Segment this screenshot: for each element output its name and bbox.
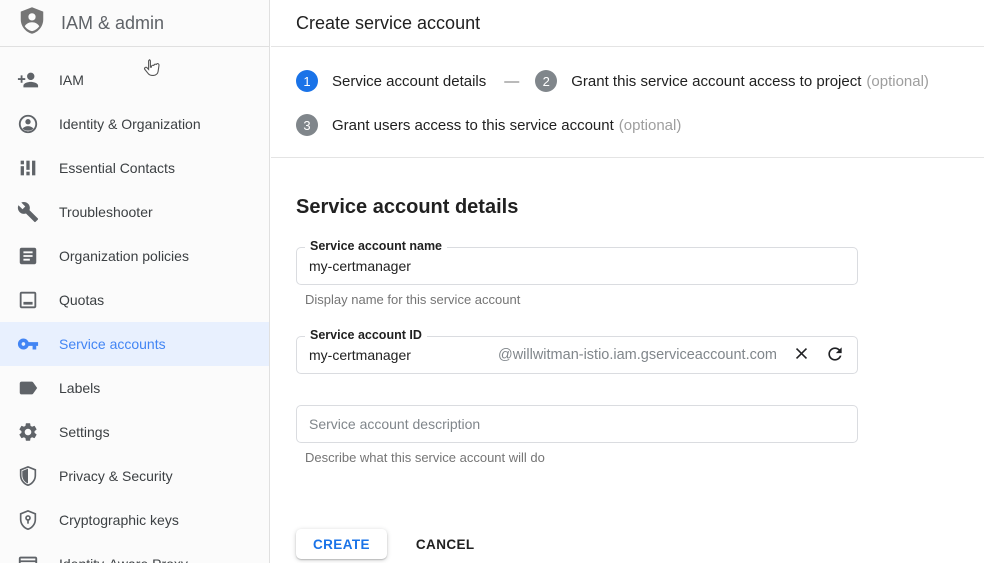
sidebar-item-label: Labels [59,380,100,396]
sidebar-item-organization-policies[interactable]: Organization policies [0,234,269,278]
sidebar-nav: IAM Identity & Organization [0,47,269,563]
sidebar-item-quotas[interactable]: Quotas [0,278,269,322]
step-connector: — [504,73,519,90]
service-account-form: Service account details Service account … [271,196,984,559]
section-title: Service account details [296,196,984,219]
sidebar-item-service-accounts[interactable]: Service accounts [0,322,269,366]
sidebar-item-label: Essential Contacts [59,160,175,176]
sidebar-item-identity-aware-proxy[interactable]: Identity-Aware Proxy [0,542,269,563]
sidebar-item-label: Identity & Organization [59,116,201,132]
policy-document-icon [17,245,39,267]
step-1-circle: 1 [296,70,318,92]
step-3-optional: (optional) [619,117,682,134]
label-tag-icon [17,377,39,399]
gear-icon [17,421,39,443]
sidebar-item-privacy-security[interactable]: Privacy & Security [0,454,269,498]
sidebar-item-label: Cryptographic keys [59,512,179,528]
iam-shield-person-icon [17,5,47,42]
service-account-id-label: Service account ID [305,328,427,342]
shield-half-icon [17,465,39,487]
sidebar-title: IAM & admin [61,13,164,34]
refresh-icon [825,344,845,367]
service-account-description-input[interactable] [309,416,845,432]
sidebar-item-identity-organization[interactable]: Identity & Organization [0,102,269,146]
main-content: Create service account 1 Service account… [271,0,984,563]
wrench-icon [17,201,39,223]
sidebar-item-cryptographic-keys[interactable]: Cryptographic keys [0,498,269,542]
service-account-name-input[interactable] [309,258,845,274]
sidebar-item-label: Privacy & Security [59,468,173,484]
step-2-circle: 2 [535,70,557,92]
sidebar-item-label: IAM [59,72,84,88]
step-1-label: Service account details [332,73,486,90]
stepper-row-2: 3 Grant users access to this service acc… [296,103,984,147]
person-add-icon [17,69,39,91]
identity-person-icon [17,113,39,135]
service-account-name-label: Service account name [305,239,447,253]
quotas-frame-icon [17,289,39,311]
stepper: 1 Service account details — 2 Grant this… [271,47,984,158]
proxy-window-icon [17,553,39,563]
close-icon [792,344,811,366]
sidebar: IAM & admin IAM Identity & Organization [0,0,270,563]
contacts-bars-icon [17,157,39,179]
service-account-description-field[interactable] [296,405,858,443]
create-button[interactable]: CREATE [296,529,387,559]
sidebar-item-settings[interactable]: Settings [0,410,269,454]
step-2-optional: (optional) [866,73,929,90]
sidebar-item-label: Troubleshooter [59,204,153,220]
id-domain-suffix: @willwitman-istio.iam.gserviceaccount.co… [498,347,777,363]
form-actions: CREATE CANCEL [296,529,984,559]
service-account-key-icon [17,333,39,355]
sidebar-item-troubleshooter[interactable]: Troubleshooter [0,190,269,234]
page-title: Create service account [296,13,480,34]
step-3-circle: 3 [296,114,318,136]
iam-admin-console: IAM & admin IAM Identity & Organization [0,0,984,563]
clear-id-button[interactable] [791,345,811,365]
service-account-id-input[interactable] [309,347,498,363]
stepper-row-1: 1 Service account details — 2 Grant this… [296,59,984,103]
name-helper-text: Display name for this service account [305,292,984,307]
sidebar-item-label: Quotas [59,292,104,308]
sidebar-item-essential-contacts[interactable]: Essential Contacts [0,146,269,190]
cancel-button[interactable]: CANCEL [416,537,475,552]
step-2-label: Grant this service account access to pro… [571,73,861,90]
service-account-id-field[interactable]: Service account ID @willwitman-istio.iam… [296,336,858,374]
sidebar-item-label: Settings [59,424,110,440]
sidebar-item-label: Service accounts [59,336,166,352]
sidebar-item-label: Identity-Aware Proxy [59,556,188,563]
step-3-label: Grant users access to this service accou… [332,117,614,134]
sidebar-item-label: Organization policies [59,248,189,264]
sidebar-header: IAM & admin [0,0,269,47]
sidebar-item-iam[interactable]: IAM [0,58,269,102]
description-helper-text: Describe what this service account will … [305,450,984,465]
shield-key-icon [17,509,39,531]
main-header: Create service account [271,0,984,47]
regenerate-id-button[interactable] [825,345,845,365]
service-account-name-field[interactable]: Service account name [296,247,858,285]
sidebar-item-labels[interactable]: Labels [0,366,269,410]
